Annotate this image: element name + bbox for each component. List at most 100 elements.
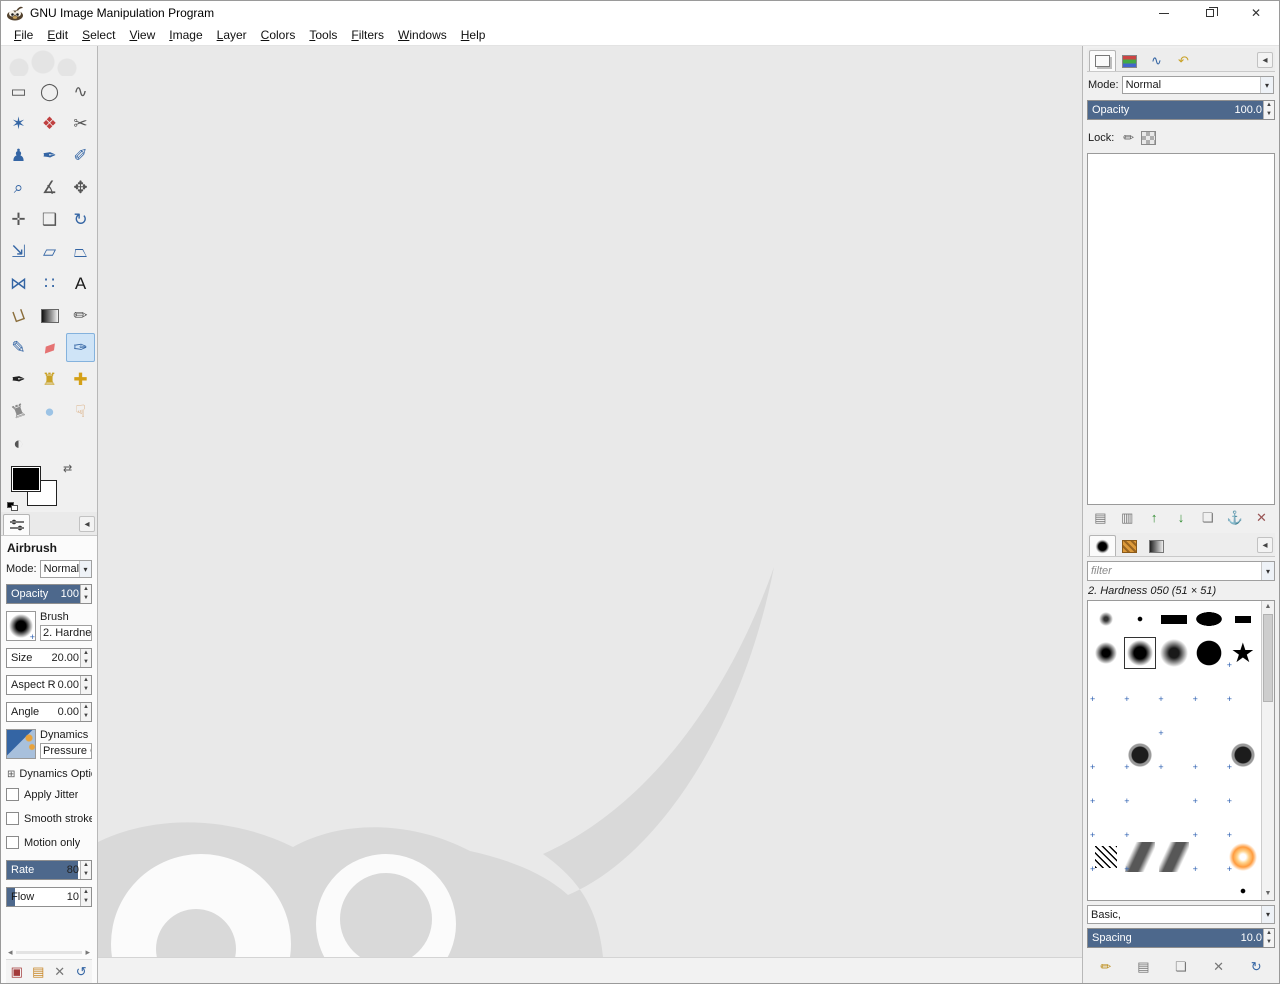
brush-item[interactable]: + bbox=[1192, 874, 1226, 900]
brush-item[interactable] bbox=[1157, 602, 1191, 636]
brush-item[interactable] bbox=[1157, 874, 1191, 900]
duplicate-brush-button[interactable]: ❏ bbox=[1171, 957, 1191, 977]
layer-mode-dropdown[interactable]: Normal ▾ bbox=[1121, 76, 1274, 94]
delete-brush-button[interactable]: ✕ bbox=[1209, 957, 1229, 977]
brush-item[interactable]: + bbox=[1157, 670, 1191, 704]
brush-item[interactable]: + bbox=[1089, 806, 1123, 840]
brush-item[interactable] bbox=[1089, 874, 1123, 900]
brush-item[interactable]: + bbox=[1192, 670, 1226, 704]
dodge-burn-tool[interactable]: ◐ bbox=[4, 429, 33, 458]
smudge-tool[interactable]: ☟ bbox=[66, 397, 95, 426]
perspective-clone-tool[interactable]: ♜ bbox=[4, 397, 33, 426]
brush-item[interactable]: + bbox=[1123, 840, 1157, 874]
size-slider[interactable]: Size 20.00 ▲ ▼ bbox=[6, 648, 92, 668]
tab-layers[interactable] bbox=[1089, 50, 1116, 71]
minimize-button[interactable] bbox=[1141, 1, 1187, 25]
brush-item[interactable]: + bbox=[1192, 772, 1226, 806]
default-colors-icon[interactable] bbox=[7, 502, 19, 511]
menu-item-windows[interactable]: Windows bbox=[391, 26, 454, 44]
restore-tool-preset-button[interactable]: ▤ bbox=[28, 962, 48, 982]
brush-item[interactable]: + bbox=[1226, 840, 1260, 874]
chevron-down-icon[interactable]: ▾ bbox=[1261, 562, 1274, 580]
paint-mode-dropdown[interactable]: Normal ▾ bbox=[39, 560, 92, 578]
rate-slider[interactable]: Rate 80 ▲ ▼ bbox=[6, 860, 92, 880]
refresh-brushes-button[interactable]: ↻ bbox=[1246, 957, 1266, 977]
gradient-tool[interactable] bbox=[35, 301, 64, 330]
flow-slider[interactable]: Flow 10 ▲ ▼ bbox=[6, 887, 92, 907]
brush-item[interactable] bbox=[1226, 874, 1260, 900]
menu-item-view[interactable]: View bbox=[122, 26, 162, 44]
lock-alpha-icon[interactable] bbox=[1141, 131, 1157, 145]
menu-item-edit[interactable]: Edit bbox=[40, 26, 75, 44]
rotate-tool[interactable]: ↻ bbox=[66, 205, 95, 234]
brush-name-field[interactable]: 2. Hardnes bbox=[40, 625, 92, 641]
layer-opacity-spinner[interactable]: ▲ ▼ bbox=[1263, 101, 1274, 119]
brush-tag-dropdown[interactable]: Basic, ▾ bbox=[1087, 905, 1275, 924]
scroll-left-icon[interactable]: ◂ bbox=[8, 947, 13, 958]
new-layer-group-button[interactable]: ▥ bbox=[1117, 508, 1137, 528]
brush-item[interactable]: + bbox=[1192, 840, 1226, 874]
spacing-spinner[interactable]: ▲ ▼ bbox=[1263, 929, 1274, 947]
flip-tool[interactable]: ⋈ bbox=[4, 269, 33, 298]
brush-item[interactable]: + bbox=[1226, 670, 1260, 704]
angle-slider[interactable]: Angle 0.00 ▲ ▼ bbox=[6, 702, 92, 722]
opacity-slider[interactable]: Opacity 100 ▲ ▼ bbox=[6, 584, 92, 604]
brush-item[interactable]: + bbox=[1089, 772, 1123, 806]
brushes-dock-collapse-button[interactable]: ◂ bbox=[1257, 537, 1273, 553]
canvas-area[interactable] bbox=[98, 46, 1082, 983]
size-spinner[interactable]: ▲ ▼ bbox=[80, 649, 91, 667]
brush-item[interactable]: + bbox=[1157, 704, 1191, 738]
layers-list[interactable] bbox=[1087, 153, 1275, 505]
alignment-tool[interactable]: ✛ bbox=[4, 205, 33, 234]
tab-channels[interactable] bbox=[1116, 50, 1143, 71]
pencil-tool[interactable]: ✏ bbox=[66, 301, 95, 330]
dynamics-name-field[interactable]: Pressure O bbox=[40, 743, 92, 759]
scroll-up-icon[interactable]: ▲ bbox=[1262, 601, 1274, 613]
brush-item[interactable]: + bbox=[1123, 772, 1157, 806]
foreground-color-swatch[interactable] bbox=[11, 466, 41, 492]
zoom-tool[interactable]: ⌕ bbox=[4, 173, 33, 202]
scroll-right-icon[interactable]: ▸ bbox=[85, 947, 90, 958]
opacity-spinner[interactable]: ▲ ▼ bbox=[80, 585, 91, 603]
foreground-select-tool[interactable]: ♟ bbox=[4, 141, 33, 170]
save-tool-preset-button[interactable]: ▣ bbox=[7, 962, 27, 982]
brush-item[interactable]: + bbox=[1226, 806, 1260, 840]
brush-item[interactable]: + bbox=[1123, 874, 1157, 900]
menu-item-filters[interactable]: Filters bbox=[344, 26, 391, 44]
raise-layer-button[interactable]: ↑ bbox=[1144, 508, 1164, 528]
brush-item[interactable]: + bbox=[1226, 738, 1260, 772]
brush-item[interactable] bbox=[1157, 636, 1191, 670]
tab-paths[interactable]: ∿ bbox=[1143, 50, 1170, 71]
lower-layer-button[interactable]: ↓ bbox=[1171, 508, 1191, 528]
edit-brush-button[interactable]: ✏ bbox=[1096, 957, 1116, 977]
brush-filter-input[interactable] bbox=[1088, 562, 1261, 580]
brush-item[interactable]: + bbox=[1192, 806, 1226, 840]
tab-patterns[interactable] bbox=[1116, 535, 1143, 556]
menu-item-tools[interactable]: Tools bbox=[302, 26, 344, 44]
brush-item[interactable]: + bbox=[1089, 670, 1123, 704]
move-tool[interactable]: ✥ bbox=[66, 173, 95, 202]
checkbox-motion-only[interactable]: Motion only bbox=[6, 836, 92, 849]
reset-tool-options-button[interactable]: ↺ bbox=[71, 962, 91, 982]
brush-item[interactable]: + bbox=[1226, 636, 1260, 670]
menu-item-image[interactable]: Image bbox=[162, 26, 209, 44]
new-brush-button[interactable]: ▤ bbox=[1133, 957, 1153, 977]
crop-tool[interactable]: ❑ bbox=[35, 205, 64, 234]
heal-tool[interactable]: ✚ bbox=[66, 365, 95, 394]
brush-item[interactable] bbox=[1157, 772, 1191, 806]
brush-item[interactable] bbox=[1089, 636, 1123, 670]
restore-button[interactable] bbox=[1187, 1, 1233, 25]
tab-gradients[interactable] bbox=[1143, 535, 1170, 556]
flow-spinner[interactable]: ▲ ▼ bbox=[80, 888, 91, 906]
rectangle-select-tool[interactable]: ▭ bbox=[4, 77, 33, 106]
brush-item[interactable] bbox=[1089, 602, 1123, 636]
delete-tool-preset-button[interactable]: ✕ bbox=[50, 962, 70, 982]
brush-item[interactable]: + bbox=[1157, 738, 1191, 772]
bucket-fill-tool[interactable]: ⊔ bbox=[4, 301, 33, 330]
aspect-ratio-slider[interactable]: Aspect R 0.00 ▲ ▼ bbox=[6, 675, 92, 695]
brush-item[interactable] bbox=[1192, 602, 1226, 636]
new-layer-button[interactable]: ▤ bbox=[1090, 508, 1110, 528]
menu-item-colors[interactable]: Colors bbox=[254, 26, 303, 44]
fuzzy-select-tool[interactable]: ✶ bbox=[4, 109, 33, 138]
delete-layer-button[interactable]: ✕ bbox=[1251, 508, 1271, 528]
